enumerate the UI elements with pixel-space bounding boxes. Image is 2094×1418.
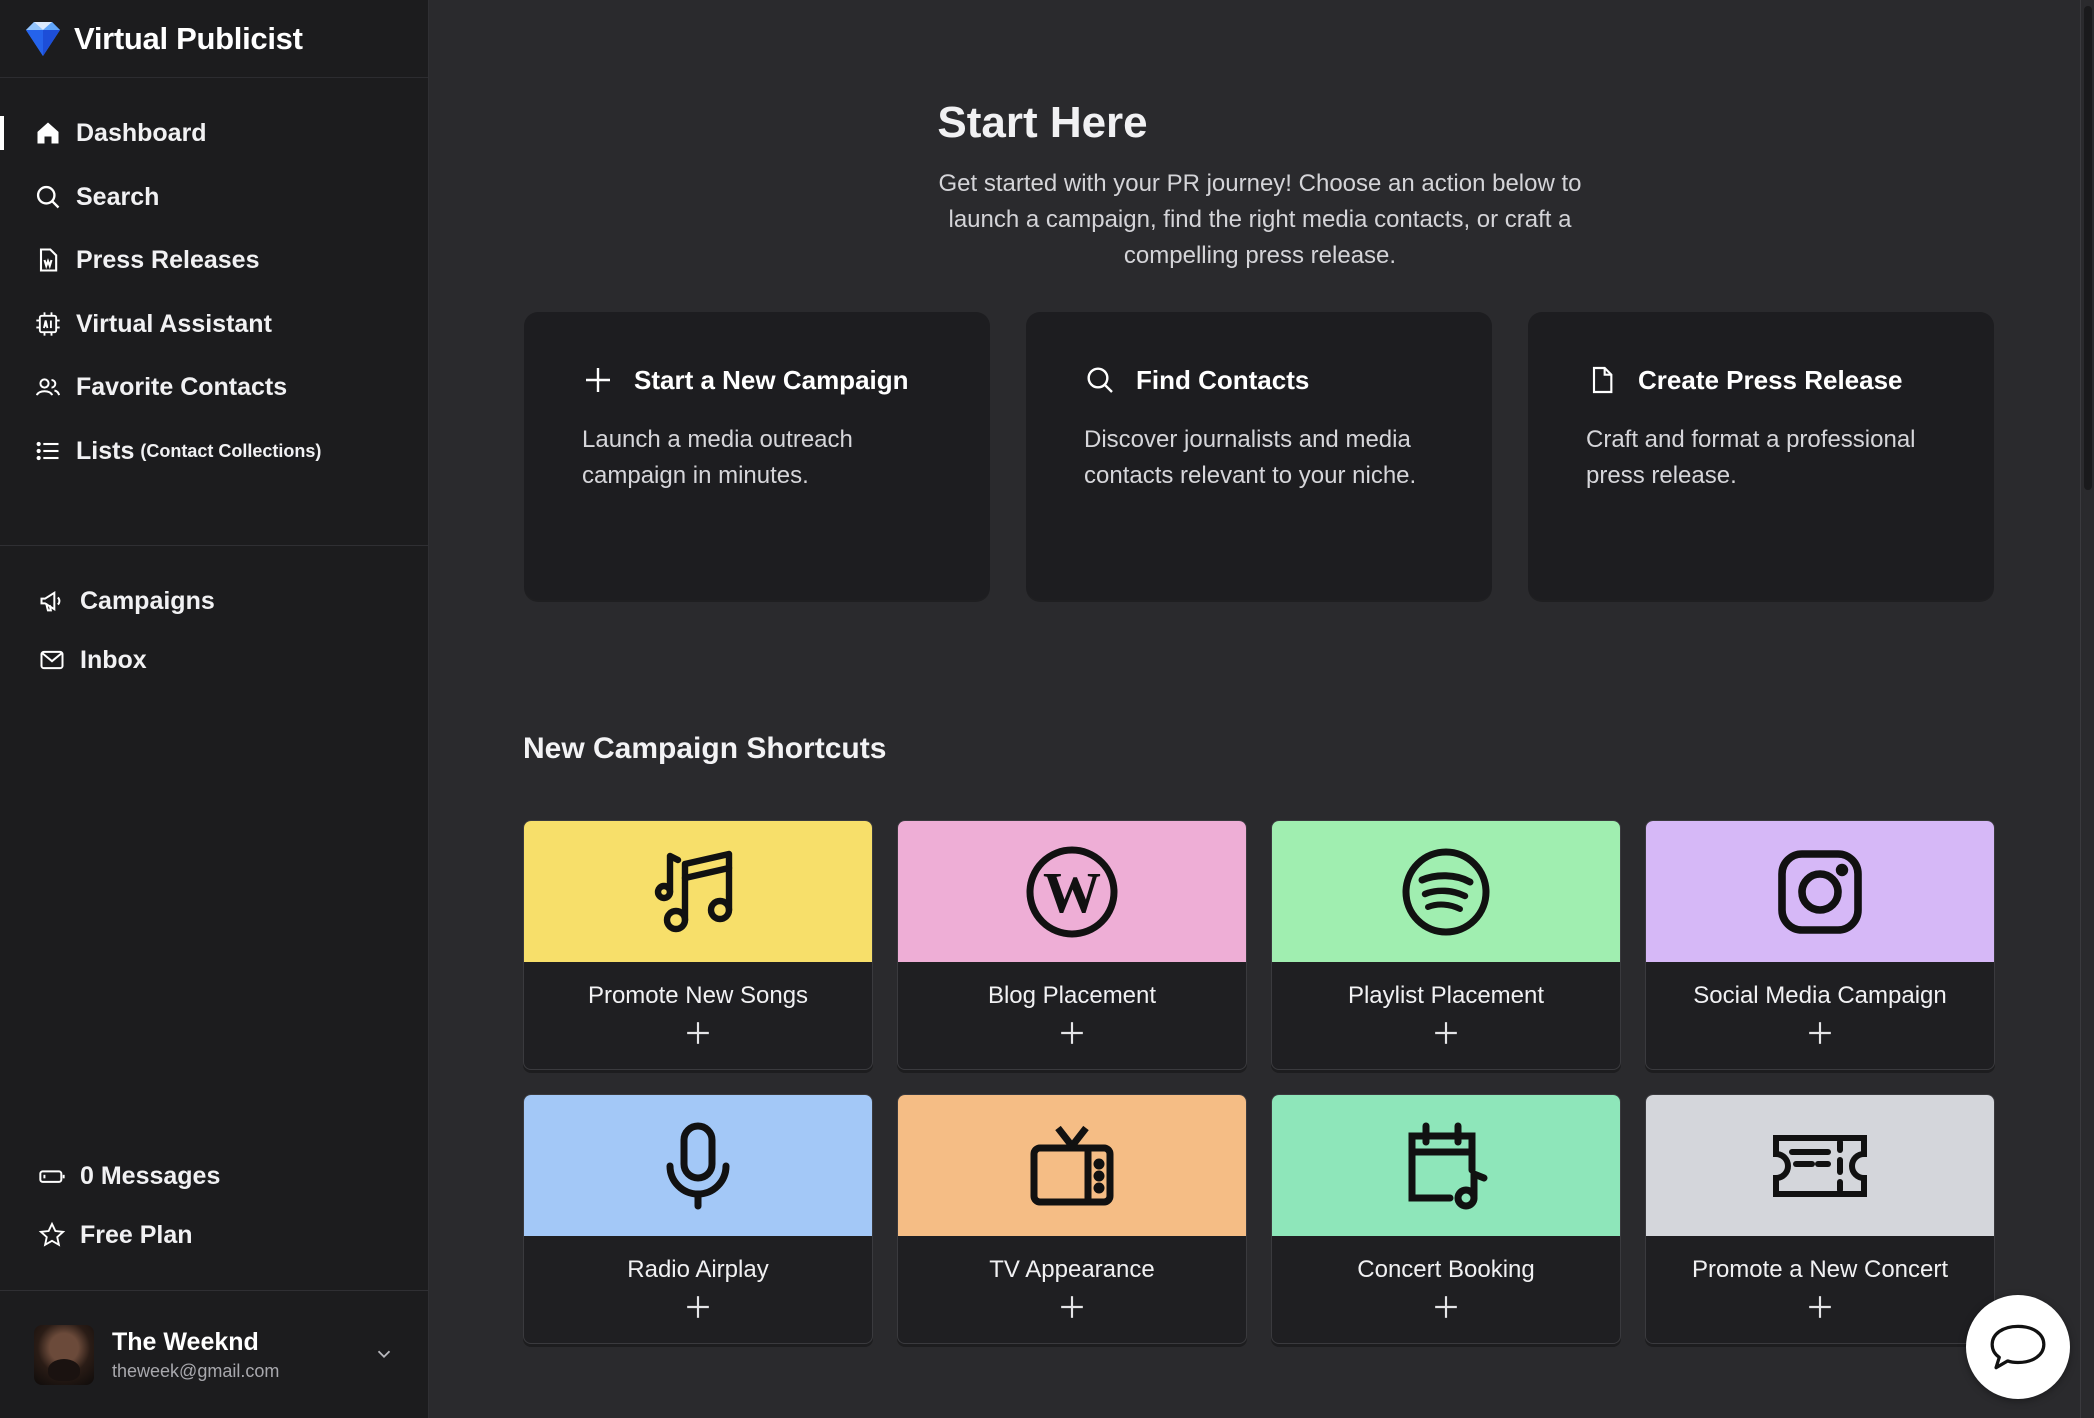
calendar-music-icon (1408, 1122, 1488, 1209)
create-press-release-card[interactable]: Create Press Release Craft and format a … (1528, 312, 1994, 600)
card-description: Craft and format a professional press re… (1586, 426, 1916, 489)
page-title: Start Here (937, 98, 1148, 147)
user-menu[interactable]: The Weeknd theweek@gmail.com (0, 1290, 429, 1418)
card-description: Launch a media outreach campaign in minu… (582, 426, 853, 489)
star-icon (38, 1221, 66, 1249)
shortcut-social-media-campaign[interactable]: Social Media Campaign (1645, 820, 1995, 1070)
shortcut-tv-appearance[interactable]: TV Appearance (897, 1094, 1247, 1344)
avatar (34, 1324, 94, 1385)
tile-label: Social Media Campaign (1693, 982, 1947, 1009)
tile-label: Playlist Placement (1347, 982, 1545, 1009)
plus-icon (582, 364, 614, 396)
plus-icon (1646, 1294, 1994, 1325)
shortcut-promote-a-new-concert[interactable]: Promote a New Concert (1645, 1094, 1995, 1344)
shortcut-concert-booking[interactable]: Concert Booking (1271, 1094, 1621, 1344)
card-title: Start a New Campaign (634, 364, 909, 395)
divider (0, 545, 429, 546)
diamond-logo-icon (26, 21, 60, 56)
card-title: Create Press Release (1638, 364, 1903, 395)
card-title: Find Contacts (1136, 364, 1310, 395)
plus-icon (1646, 1020, 1994, 1051)
ticket-icon (1773, 1134, 1867, 1197)
wordpress-icon: W (1026, 846, 1118, 937)
megaphone-icon (38, 587, 66, 615)
tile-banner: W (898, 821, 1246, 962)
find-contacts-card[interactable]: Find Contacts Discover journalists and m… (1026, 312, 1492, 600)
instagram-icon (1778, 849, 1862, 934)
shortcut-blog-placement[interactable]: W Blog Placement (897, 820, 1247, 1070)
shortcut-promote-new-songs[interactable]: Promote New Songs (523, 820, 873, 1070)
nav-item-press-releases[interactable]: Press Releases (0, 235, 429, 285)
ai-chip-icon (34, 310, 62, 338)
sidebar: Virtual Publicist Dashboard Search Press… (0, 0, 429, 1418)
card-description: Discover journalists and media contacts … (1084, 426, 1417, 489)
music-notes-icon (654, 850, 733, 932)
nav-label: Lists (76, 436, 135, 465)
tv-icon (1030, 1125, 1114, 1205)
users-icon (34, 373, 62, 401)
tile-label: Radio Airplay (627, 1256, 769, 1283)
list-icon (34, 437, 62, 465)
plus-icon (524, 1020, 872, 1051)
nav-label: Inbox (80, 645, 147, 674)
plus-icon (524, 1294, 872, 1325)
shortcut-radio-airplay[interactable]: Radio Airplay (523, 1094, 873, 1344)
scrollbar[interactable] (2080, 0, 2094, 1418)
tile-banner (1646, 821, 1994, 962)
chat-bubble-icon (1990, 1324, 2046, 1370)
tile-label: Promote New Songs (587, 982, 809, 1009)
scrollbar-thumb[interactable] (2084, 6, 2092, 490)
nav-label: Virtual Assistant (76, 309, 272, 338)
chevron-down-icon[interactable] (373, 1343, 395, 1365)
nav-sublabel: (Contact Collections) (140, 440, 322, 461)
nav-item-virtual-assistant[interactable]: Virtual Assistant (0, 299, 429, 349)
microphone-icon (666, 1122, 730, 1209)
tile-banner (898, 1095, 1246, 1236)
tile-label: Concert Booking (1357, 1256, 1535, 1283)
tile-banner (1272, 821, 1620, 962)
chat-button[interactable] (1966, 1295, 2070, 1399)
nav-item-search[interactable]: Search (0, 172, 429, 222)
section-title: New Campaign Shortcuts (523, 732, 887, 765)
nav-label: Free Plan (80, 1220, 193, 1249)
document-icon (34, 246, 62, 274)
svg-text:W: W (1043, 860, 1101, 925)
spotify-icon (1402, 848, 1490, 935)
file-icon (1586, 364, 1618, 396)
nav-label: Campaigns (80, 586, 215, 615)
nav-item-free-plan[interactable]: Free Plan (0, 1210, 429, 1260)
tile-label: TV Appearance (989, 1256, 1155, 1283)
brand-name: Virtual Publicist (74, 20, 303, 56)
shortcut-playlist-placement[interactable]: Playlist Placement (1271, 820, 1621, 1070)
tile-banner (524, 821, 872, 962)
nav-label: Search (76, 182, 160, 211)
start-campaign-card[interactable]: Start a New Campaign Launch a media outr… (524, 312, 990, 600)
brand[interactable]: Virtual Publicist (0, 0, 428, 78)
search-icon (34, 183, 62, 211)
nav-label: Favorite Contacts (76, 372, 288, 401)
plus-icon (1272, 1294, 1620, 1325)
page-subtitle: Get started with your PR journey! Choose… (938, 170, 1582, 269)
tile-label: Promote a New Concert (1691, 1256, 1949, 1283)
nav-item-messages[interactable]: 0 Messages (0, 1151, 429, 1201)
tile-banner (1272, 1095, 1620, 1236)
user-email: theweek@gmail.com (112, 1360, 280, 1381)
tile-banner (524, 1095, 872, 1236)
tile-banner (1646, 1095, 1994, 1236)
nav-item-favorite-contacts[interactable]: Favorite Contacts (0, 362, 429, 412)
user-name: The Weeknd (112, 1327, 259, 1356)
plus-icon (898, 1294, 1246, 1325)
battery-icon (38, 1162, 66, 1190)
plus-icon (898, 1020, 1246, 1051)
nav-item-lists[interactable]: Lists (Contact Collections) (0, 426, 429, 476)
nav-label: Press Releases (76, 245, 260, 274)
nav-label: 0 Messages (80, 1161, 221, 1190)
tile-label: Blog Placement (987, 982, 1157, 1009)
nav-item-campaigns[interactable]: Campaigns (0, 576, 429, 626)
nav-item-inbox[interactable]: Inbox (0, 635, 429, 685)
mail-icon (38, 646, 66, 674)
search-icon (1084, 364, 1116, 396)
plus-icon (1272, 1020, 1620, 1051)
